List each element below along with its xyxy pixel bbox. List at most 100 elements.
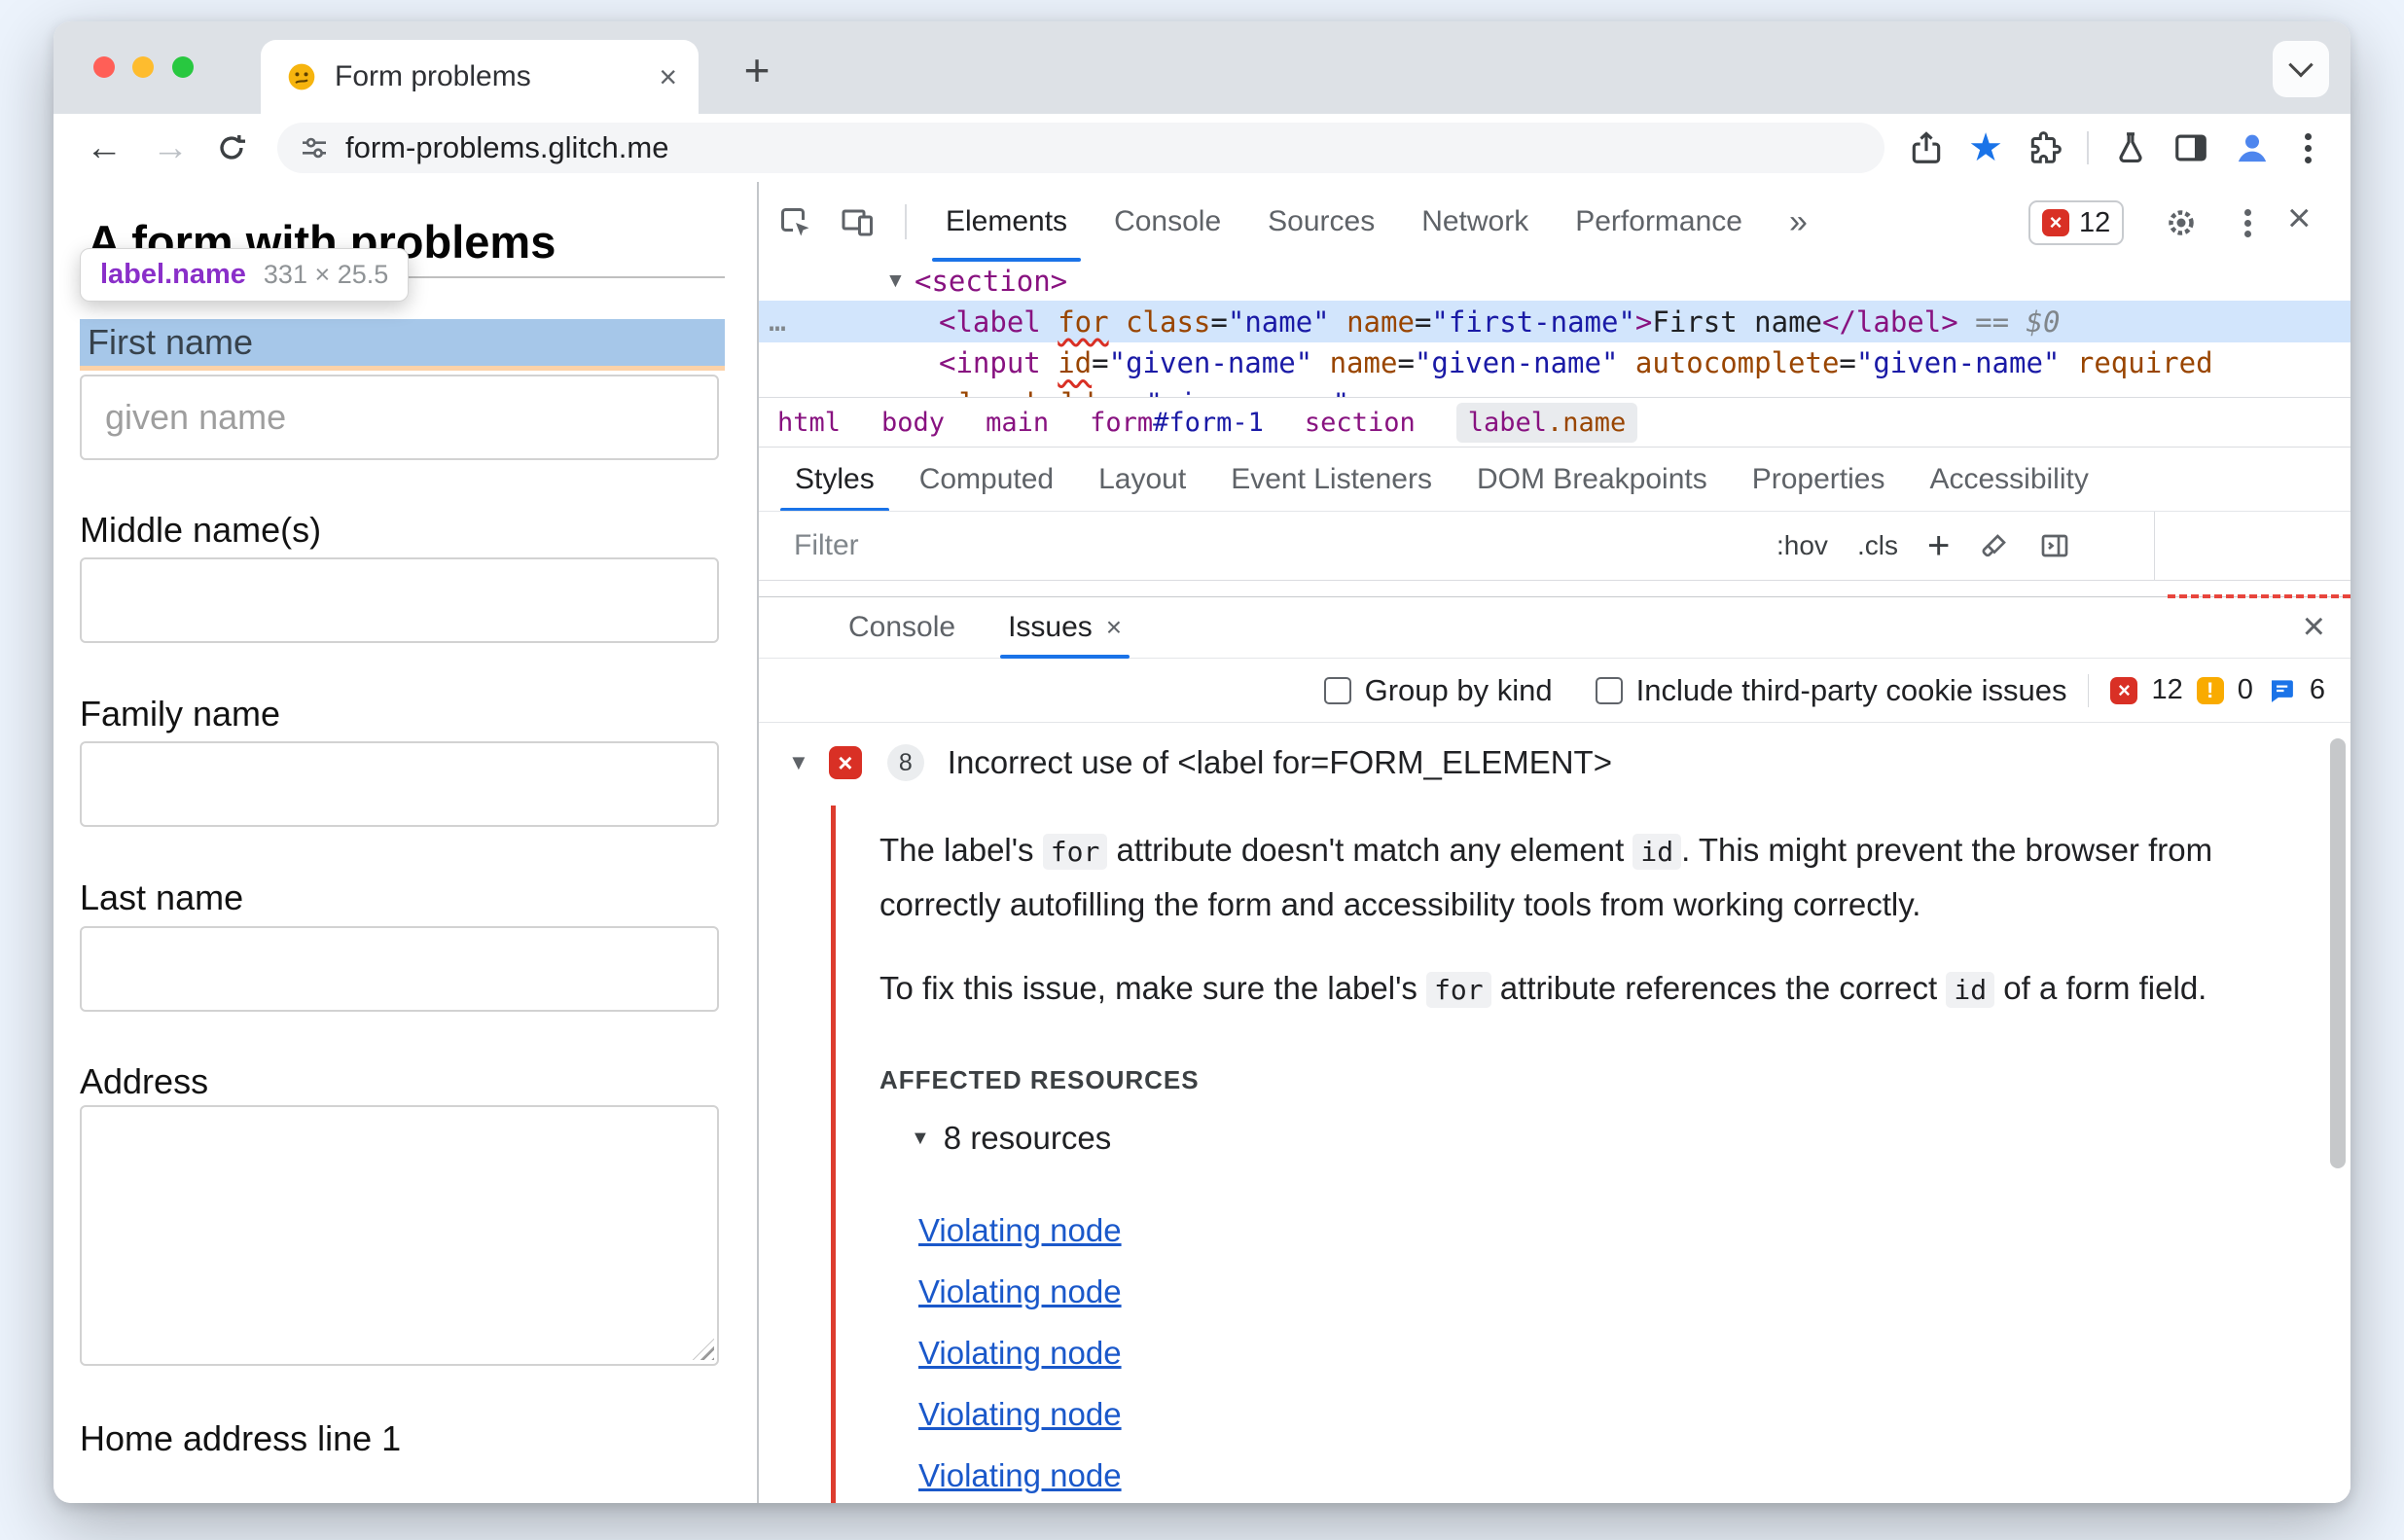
inspect-cursor-icon (781, 208, 809, 236)
violating-node-link[interactable]: Violating node (918, 1275, 1122, 1308)
third-party-checkbox[interactable] (1595, 676, 1623, 704)
elements-tree: ▼ <section> … <label for class="name" na… (759, 262, 2350, 397)
more-tabs-button[interactable]: » (1766, 182, 1831, 262)
back-button[interactable]: ← (83, 129, 126, 166)
three-dot-menu-icon (2243, 219, 2251, 227)
crumb-form[interactable]: form#form-1 (1090, 408, 1264, 438)
computed-sidebar-toggle-button[interactable] (2039, 530, 2070, 561)
web-page: A form with problems label.name 331 × 25… (54, 182, 757, 1503)
new-tab-button[interactable]: + (730, 43, 784, 97)
drawer-tab-bar: Console Issues × × (759, 597, 2350, 659)
zoom-window-button[interactable] (172, 56, 194, 78)
violating-node-link[interactable]: Violating node (918, 1459, 1122, 1492)
extensions-button[interactable] (2027, 129, 2063, 166)
tab-event-listeners[interactable]: Event Listeners (1208, 448, 1454, 512)
browser-tab[interactable]: Form problems × (261, 40, 699, 114)
drawer-scrollbar[interactable] (2330, 738, 2346, 1168)
issues-count-button[interactable]: × 12 (2028, 200, 2125, 245)
expand-arrow-icon[interactable]: ▼ (885, 269, 906, 293)
styles-filter-input[interactable]: Filter (794, 529, 859, 562)
tree-node-section[interactable]: ▼ <section> (759, 262, 2350, 301)
crumb-html[interactable]: html (777, 408, 841, 438)
last-name-input[interactable] (80, 926, 719, 1012)
tab-computed[interactable]: Computed (897, 448, 1076, 512)
highlight-margin-strip (80, 366, 725, 371)
drawer-menu-button[interactable] (786, 625, 806, 631)
bookmark-star-icon[interactable]: ★ (1968, 128, 2003, 167)
tree-node-input[interactable]: <input id="given-name" name="given-name"… (759, 342, 2350, 383)
inspect-tooltip: label.name 331 × 25.5 (80, 248, 410, 302)
devtools-menu-button[interactable] (2226, 201, 2269, 244)
tab-console[interactable]: Console (1091, 182, 1244, 262)
device-toolbar-icon (842, 209, 873, 236)
tree-node-label-selected[interactable]: … <label for class="name" name="first-na… (759, 301, 2350, 342)
tab-properties[interactable]: Properties (1730, 448, 1908, 512)
chevron-down-icon (2288, 53, 2314, 78)
tab-search-button[interactable] (2273, 41, 2329, 97)
experiments-button[interactable] (2112, 129, 2149, 166)
node-menu-icon[interactable]: … (769, 304, 788, 339)
device-toolbar-button[interactable] (837, 201, 879, 244)
inspected-label-highlight[interactable]: First name (80, 319, 725, 366)
tab-layout[interactable]: Layout (1076, 448, 1208, 512)
middle-name-input[interactable] (80, 557, 719, 643)
share-icon (1912, 131, 1941, 163)
element-classes-button[interactable]: .cls (1857, 530, 1898, 561)
issue-count-badge: 8 (886, 744, 924, 781)
side-panel-button[interactable] (2172, 129, 2209, 166)
paintbrush-icon (1982, 534, 2007, 557)
warning-count: 0 (2237, 674, 2253, 705)
tab-network[interactable]: Network (1398, 182, 1552, 262)
group-by-kind-checkbox[interactable] (1323, 676, 1351, 704)
crumb-section[interactable]: section (1305, 408, 1416, 438)
close-window-button[interactable] (93, 56, 115, 78)
dashed-red-divider (2168, 594, 2350, 598)
rendering-emulation-button[interactable] (1979, 530, 2010, 561)
drawer-close-button[interactable]: × (2303, 607, 2325, 646)
browser-menu-button[interactable] (2295, 144, 2321, 152)
reload-button[interactable] (215, 131, 248, 164)
crumb-main[interactable]: main (986, 408, 1049, 438)
devtools-settings-button[interactable] (2160, 201, 2203, 244)
devtools-toolbar: Elements Console Sources Network Perform… (759, 182, 2350, 262)
violating-node-link[interactable]: Violating node (918, 1398, 1122, 1431)
message-count-icon (2267, 676, 2296, 705)
address-bar[interactable]: form-problems.glitch.me (277, 123, 1885, 173)
devtools-close-button[interactable]: × (2287, 197, 2312, 238)
violating-node-link[interactable]: Violating node (918, 1337, 1122, 1370)
section-open-tag: <section> (915, 265, 1068, 298)
input-element-code: <input id="given-name" name="given-name"… (939, 346, 2213, 379)
main-content: A form with problems label.name 331 × 25… (54, 182, 2350, 1503)
collapse-arrow-icon[interactable]: ▼ (788, 750, 809, 775)
resources-summary[interactable]: ▼ 8 resources (911, 1120, 1111, 1157)
tab-sources[interactable]: Sources (1244, 182, 1398, 262)
crumb-body[interactable]: body (881, 408, 945, 438)
forward-button[interactable]: → (149, 129, 192, 166)
tab-performance[interactable]: Performance (1552, 182, 1766, 262)
inspect-element-button[interactable] (774, 201, 817, 244)
drawer-tab-console[interactable]: Console (839, 597, 965, 659)
collapse-arrow-icon[interactable]: ▼ (911, 1128, 930, 1150)
issue-error-icon: × (828, 746, 862, 779)
tab-dom-breakpoints[interactable]: DOM Breakpoints (1454, 448, 1730, 512)
family-name-input[interactable] (80, 741, 719, 827)
issues-tab-close-icon[interactable]: × (1106, 612, 1122, 643)
share-button[interactable] (1908, 129, 1945, 166)
tree-node-input-continued[interactable]: placeholder="given name"> (759, 383, 2350, 397)
crumb-label-selected[interactable]: label.name (1455, 402, 1638, 443)
element-state-button[interactable]: :hov (1776, 530, 1828, 561)
minimize-window-button[interactable] (132, 56, 154, 78)
profile-button[interactable] (2233, 128, 2272, 167)
side-panel-icon (2175, 134, 2207, 161)
tab-elements[interactable]: Elements (922, 182, 1091, 262)
issue-header[interactable]: ▼ × 8 Incorrect use of <label for=FORM_E… (788, 744, 1612, 781)
new-style-rule-button[interactable]: + (1927, 526, 1950, 565)
address-textarea[interactable] (80, 1105, 719, 1366)
tab-accessibility[interactable]: Accessibility (1907, 448, 2110, 512)
drawer-tab-issues[interactable]: Issues × (998, 597, 1131, 659)
tab-close-icon[interactable]: × (659, 61, 677, 92)
violating-node-link[interactable]: Violating node (918, 1214, 1122, 1247)
site-settings-icon[interactable] (299, 132, 330, 163)
given-name-input[interactable] (80, 375, 719, 460)
tab-styles[interactable]: Styles (772, 448, 897, 512)
